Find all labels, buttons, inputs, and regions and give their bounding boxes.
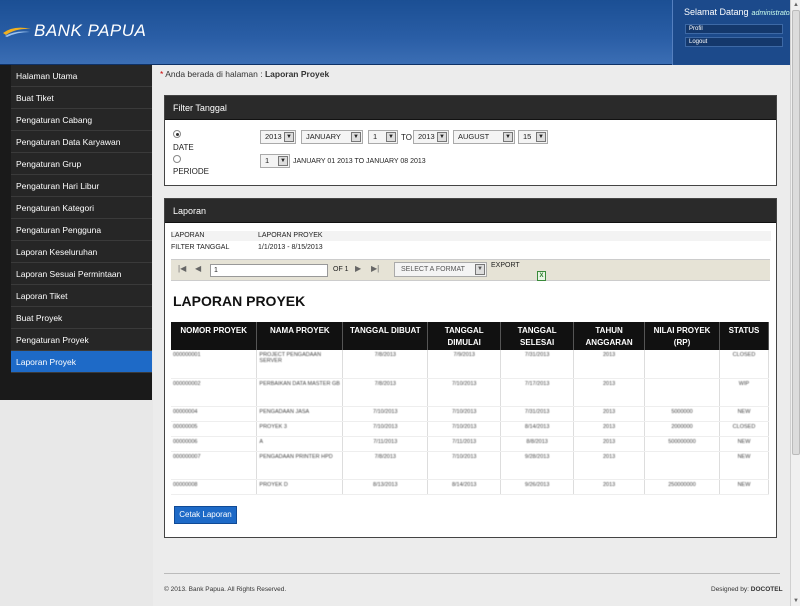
sidebar: Halaman Utama Buat Tiket Pengaturan Caba… [0, 65, 152, 400]
periode-range-text: JANUARY 01 2013 TO JANUARY 08 2013 [293, 158, 426, 165]
table-row: 00000006 A 7/11/2013 7/11/2013 8/8/2013 2013 5… [171, 436, 770, 452]
dropdown-arrow-icon: ▼ [386, 132, 396, 142]
to-month-select[interactable]: AUGUST ▼ [453, 130, 515, 144]
page-of-text: OF 1 [333, 266, 349, 273]
laporan-info-row: LAPORAN LAPORAN PROYEK [171, 231, 771, 241]
username: administrator [751, 10, 793, 17]
table-row: 000000001 PROJECT PENGADAAN SERVER 7/8/201… [171, 350, 770, 379]
app-header: BANK PAPUA Selamat Datang administrator P… [0, 0, 793, 65]
sidebar-item-pengaturan-kategori[interactable]: Pengaturan Kategori [11, 197, 152, 219]
sidebar-item-pengaturan-pengguna[interactable]: Pengaturan Pengguna [11, 219, 152, 241]
scroll-up-icon[interactable]: ▲ [791, 0, 800, 10]
sidebar-item-halaman-utama[interactable]: Halaman Utama [11, 65, 152, 87]
dropdown-arrow-icon: ▼ [536, 132, 546, 142]
dropdown-arrow-icon: ▼ [284, 132, 294, 142]
sidebar-item-laporan-proyek[interactable]: Laporan Proyek [11, 351, 152, 373]
col-status: STATUS [719, 322, 770, 350]
col-tanggal-selesai: TANGGAL SELESAI [500, 322, 575, 350]
page-number-input[interactable]: 1 [210, 264, 328, 277]
sidebar-item-buat-proyek[interactable]: Buat Proyek [11, 307, 152, 329]
dropdown-arrow-icon: ▼ [475, 264, 485, 275]
sidebar-item-pengaturan-data-karyawan[interactable]: Pengaturan Data Karyawan [11, 131, 152, 153]
user-panel: Selamat Datang administrator Profil Logou… [672, 0, 793, 65]
dropdown-arrow-icon: ▼ [503, 132, 513, 142]
first-page-icon[interactable]: |◀ [178, 264, 186, 273]
excel-export-icon[interactable]: X [537, 271, 546, 281]
col-tanggal-dimulai: TANGGAL DIMULAI [427, 322, 502, 350]
sidebar-item-pengaturan-proyek[interactable]: Pengaturan Proyek [11, 329, 152, 351]
report-panel: Laporan LAPORAN LAPORAN PROYEK FILTER TA… [164, 198, 777, 538]
sidebar-item-pengaturan-grup[interactable]: Pengaturan Grup [11, 153, 152, 175]
filter-panel: Filter Tanggal DATE PERIODE 2013 ▼ JANUAR… [164, 95, 777, 186]
col-tahun-anggaran: TAHUN ANGGARAN [573, 322, 646, 350]
next-page-icon[interactable]: ▶ [355, 264, 361, 273]
scroll-down-icon[interactable]: ▼ [791, 596, 800, 606]
table-row: 00000008 PROYEK D 8/13/2013 8/14/2013 9/26/2… [171, 479, 770, 495]
sidebar-item-pengaturan-hari-libur[interactable]: Pengaturan Hari Libur [11, 175, 152, 197]
main-content: * Anda berada di halaman : Laporan Proye… [153, 65, 790, 606]
dropdown-arrow-icon: ▼ [351, 132, 361, 142]
print-report-button[interactable]: Cetak Laporan [174, 506, 237, 524]
prev-page-icon[interactable]: ◀ [195, 264, 201, 273]
filter-info-row: FILTER TANGGAL 1/1/2013 - 8/15/2013 [171, 243, 771, 253]
table-header-row: NOMOR PROYEK NAMA PROYEK TANGGAL DIBUAT … [171, 322, 770, 350]
to-day-select[interactable]: 15 ▼ [518, 130, 548, 144]
filter-value: 1/1/2013 - 8/15/2013 [258, 244, 323, 251]
report-heading: LAPORAN PROYEK [173, 293, 306, 309]
scrollbar-thumb[interactable] [792, 10, 800, 455]
last-page-icon[interactable]: ▶| [371, 264, 379, 273]
periode-radio[interactable] [173, 155, 181, 163]
laporan-value: LAPORAN PROYEK [258, 232, 323, 239]
table-row: 00000004 PENGADAAN JASA 7/10/2013 7/10/2013… [171, 406, 770, 422]
footer-divider [164, 573, 780, 574]
sidebar-item-buat-tiket[interactable]: Buat Tiket [11, 87, 152, 109]
footer-credit: Designed by: DOCOTEL [711, 586, 783, 593]
breadcrumb: * Anda berada di halaman : Laporan Proye… [160, 69, 330, 79]
sidebar-item-pengaturan-cabang[interactable]: Pengaturan Cabang [11, 109, 152, 131]
to-year-select[interactable]: 2013 ▼ [413, 130, 449, 144]
table-row: 00000005 PROYEK 3 7/10/2013 7/10/2013 8/14/2… [171, 421, 770, 437]
brand-logo[interactable]: BANK PAPUA [2, 20, 146, 42]
periode-select[interactable]: 1 ▼ [260, 154, 290, 168]
col-nilai-proyek: NILAI PROYEK (RP) [644, 322, 720, 350]
report-table: NOMOR PROYEK NAMA PROYEK TANGGAL DIBUAT … [171, 322, 770, 495]
periode-label: PERIODE [173, 167, 210, 176]
table-row: 000000002 PERBAIKAN DATA MASTER GB 7/8/201… [171, 378, 770, 407]
export-format-select[interactable]: SELECT A FORMAT ▼ [394, 262, 487, 277]
table-row: 000000007 PENGADAAN PRINTER HPD 7/8/2013 7/… [171, 451, 770, 480]
filter-panel-title: Filter Tanggal [165, 96, 776, 120]
from-year-select[interactable]: 2013 ▼ [260, 130, 296, 144]
footer-copyright: © 2013. Bank Papua. All Rights Reserved. [164, 586, 287, 593]
brand-name: BANK PAPUA [34, 21, 147, 40]
dropdown-arrow-icon: ▼ [437, 132, 447, 142]
col-nama-proyek: NAMA PROYEK [256, 322, 344, 350]
date-radio[interactable] [173, 130, 181, 138]
profile-link[interactable]: Profil [685, 24, 783, 34]
export-link[interactable]: EXPORT [491, 262, 520, 269]
col-nomor-proyek: NOMOR PROYEK [171, 322, 258, 350]
sidebar-item-laporan-tiket[interactable]: Laporan Tiket [11, 285, 152, 307]
report-toolbar: |◀ ◀ 1 OF 1 ▶ ▶| SELECT A FORMAT ▼ EXPORT… [171, 259, 770, 281]
breadcrumb-current: Laporan Proyek [264, 69, 330, 79]
designer-name: DOCOTEL [750, 586, 783, 593]
report-panel-title: Laporan [165, 199, 776, 223]
from-day-select[interactable]: 1 ▼ [368, 130, 398, 144]
logout-link[interactable]: Logout [685, 37, 783, 47]
to-label: TO [401, 133, 412, 142]
sidebar-item-laporan-keseluruhan[interactable]: Laporan Keseluruhan [11, 241, 152, 263]
bank-papua-logo-icon [3, 27, 31, 37]
welcome-text: Selamat Datang administrator [684, 7, 793, 17]
from-month-select[interactable]: JANUARY ▼ [301, 130, 363, 144]
col-tanggal-dibuat: TANGGAL DIBUAT [342, 322, 429, 350]
dropdown-arrow-icon: ▼ [278, 156, 288, 166]
date-label: DATE [173, 143, 194, 152]
page-scrollbar[interactable]: ▲ ▼ [790, 0, 800, 606]
sidebar-item-laporan-sesuai-permintaan[interactable]: Laporan Sesuai Permintaan [11, 263, 152, 285]
